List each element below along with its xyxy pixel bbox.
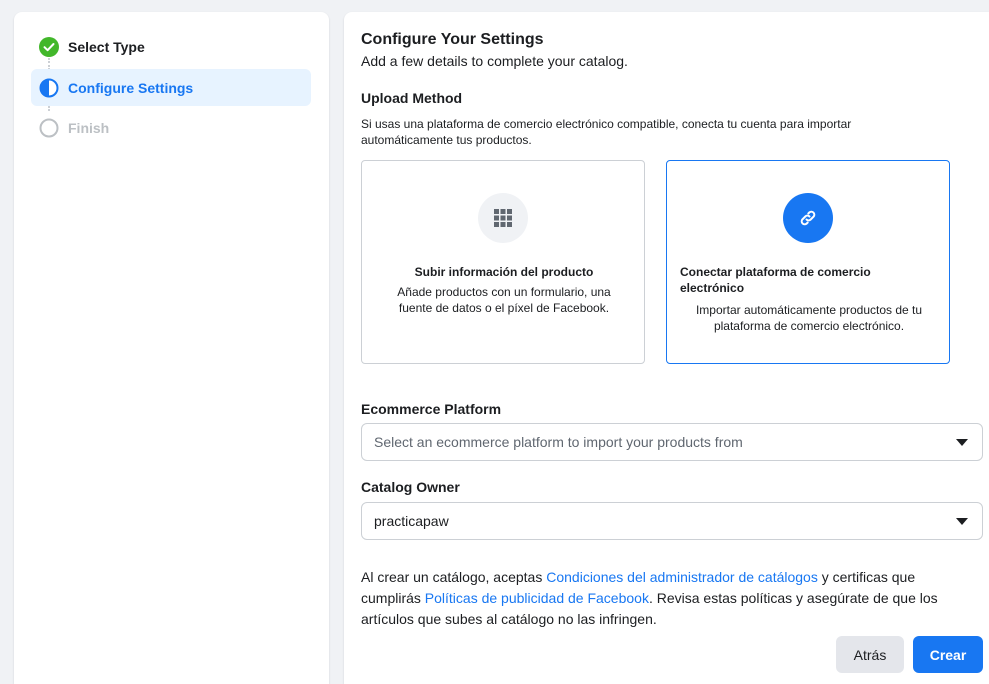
empty-circle-icon [39,118,59,138]
catalog-manager-terms-link[interactable]: Condiciones del administrador de catálog… [546,569,818,585]
half-circle-icon [39,78,59,98]
card-description: Añade productos con un formulario, una f… [397,285,611,315]
card-description: Importar automáticamente productos de tu… [695,303,923,333]
step-finish[interactable]: Finish [31,109,311,146]
upload-method-description: Si usas una plataforma de comercio elect… [361,117,852,147]
step-select-type[interactable]: Select Type [31,28,311,65]
steps-sidebar: Select Type Configure Settings Finish [14,12,329,684]
connect-ecommerce-card[interactable]: Conectar plataforma de comercio electrón… [666,160,950,364]
advertising-policies-link[interactable]: Políticas de publicidad de Facebook [425,590,649,606]
select-placeholder: Select an ecommerce platform to import y… [374,434,743,450]
catalog-owner-select[interactable]: practicapaw [361,502,983,540]
page-title: Configure Your Settings [361,31,544,48]
settings-panel: Configure Your Settings Add a few detail… [344,12,989,684]
ecommerce-platform-select[interactable]: Select an ecommerce platform to import y… [361,423,983,461]
page-subtitle: Add a few details to complete your catal… [361,53,628,69]
grid-icon [478,193,528,243]
caret-down-icon [956,518,968,525]
check-circle-icon [39,36,59,57]
legal-text: Al crear un catálogo, aceptas [361,569,547,585]
step-label: Finish [68,119,110,136]
card-title: Subir información del producto [414,265,594,279]
select-value: practicapaw [374,513,449,529]
upload-product-info-card[interactable]: Subir información del producto Añade pro… [361,160,645,364]
back-button[interactable]: Atrás [836,636,904,673]
link-icon [783,193,833,243]
create-button[interactable]: Crear [913,636,983,673]
ecommerce-platform-label: Ecommerce Platform [361,401,502,417]
catalog-owner-label: Catalog Owner [361,479,460,495]
legal-notice: Al crear un catálogo, aceptas Condicione… [361,567,971,630]
card-title: Conectar plataforma de comercio electrón… [680,265,871,295]
caret-down-icon [956,439,968,446]
step-configure-settings[interactable]: Configure Settings [31,69,311,106]
step-label: Configure Settings [68,79,194,96]
upload-method-label: Upload Method [361,90,463,106]
step-label: Select Type [68,38,145,55]
